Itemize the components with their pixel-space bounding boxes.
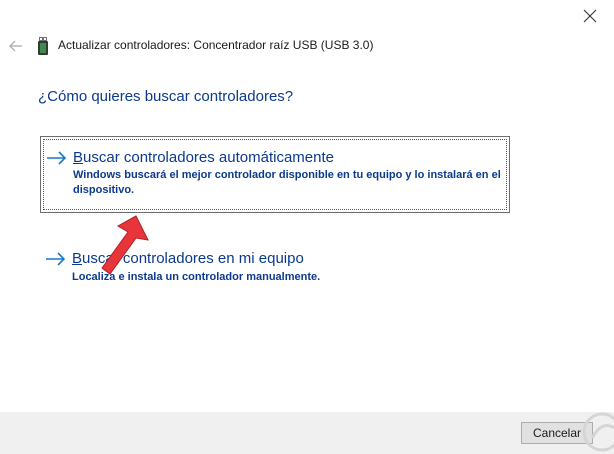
back-arrow-icon — [9, 40, 22, 52]
close-button[interactable] — [566, 0, 614, 32]
option-description: Windows buscará el mejor controlador dis… — [73, 169, 501, 196]
page-question: ¿Cómo quieres buscar controladores? — [38, 88, 294, 105]
option-description: Localiza e instala un controlador manual… — [72, 271, 321, 283]
search-automatically-option[interactable]: Buscar controladores automáticamente Win… — [40, 136, 510, 213]
close-icon — [583, 9, 597, 23]
right-arrow-icon — [46, 252, 66, 266]
option-title-rest: uscar controladores automáticamente — [83, 149, 334, 166]
window-title: Actualizar controladores: Concentrador r… — [58, 38, 374, 52]
option-title: Buscar controladores automáticamente — [73, 149, 334, 166]
back-button[interactable] — [6, 36, 26, 56]
access-key-letter: B — [73, 149, 84, 166]
option-title: Buscar controladores en mi equipo — [72, 250, 304, 267]
access-key-letter: B — [72, 250, 83, 267]
usb-device-icon — [38, 37, 48, 55]
brand-watermark-icon — [582, 412, 614, 452]
right-arrow-icon — [47, 151, 67, 165]
option-title-rest: uscar controladores en mi equipo — [82, 250, 304, 267]
browse-my-computer-option[interactable]: Buscar controladores en mi equipo Locali… — [40, 241, 510, 291]
